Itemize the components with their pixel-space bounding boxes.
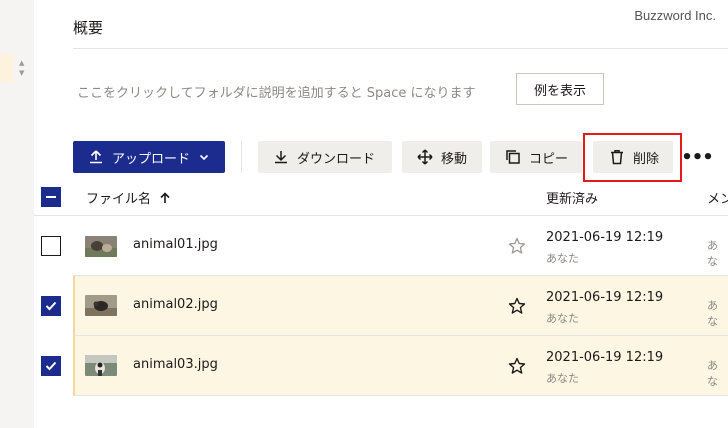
file-thumbnail [85, 295, 117, 316]
folder-description-prompt[interactable]: ここをクリックしてフォルダに説明を追加すると Space になります [77, 82, 476, 101]
upload-icon [90, 150, 102, 164]
modified-by: あなた [546, 312, 579, 325]
modified-date: 2021-06-19 12:19 [546, 350, 664, 365]
move-label: 移動 [441, 151, 468, 167]
column-header-updated[interactable]: 更新済み [546, 188, 598, 207]
chevron-down-icon [199, 154, 209, 161]
row-checkbox[interactable] [41, 296, 61, 316]
download-label: ダウンロード [297, 151, 376, 167]
upload-button[interactable]: アップロード [73, 141, 225, 173]
sidebar-selected-indicator [0, 54, 13, 82]
file-name[interactable]: animal01.jpg [133, 237, 218, 252]
member-cell: あな [707, 299, 718, 328]
column-header-name[interactable]: ファイル名 [86, 188, 171, 207]
file-name[interactable]: animal03.jpg [133, 357, 218, 372]
star-icon[interactable] [508, 297, 526, 315]
modified-by: あなた [546, 252, 579, 265]
upload-label: アップロード [112, 151, 191, 167]
row-checkbox[interactable] [41, 356, 61, 376]
column-header-member[interactable]: メン [707, 188, 728, 207]
download-icon [275, 151, 287, 164]
star-icon[interactable] [508, 237, 526, 255]
member-cell: あな [707, 359, 718, 388]
member-cell: あな [707, 239, 718, 268]
watermark: Buzzword Inc. [634, 8, 716, 23]
modified-date: 2021-06-19 12:19 [546, 290, 664, 305]
move-icon [417, 149, 433, 165]
file-name[interactable]: animal02.jpg [133, 297, 218, 312]
row-checkbox[interactable] [41, 236, 61, 256]
more-actions-button[interactable]: ••• [681, 141, 714, 173]
checkmark-icon [45, 361, 57, 371]
show-example-button[interactable]: 例を表示 [516, 73, 604, 105]
toolbar-divider [241, 141, 242, 173]
sort-ascending-icon [160, 191, 170, 203]
copy-icon [506, 150, 520, 164]
file-thumbnail [85, 236, 117, 257]
download-button[interactable]: ダウンロード [258, 141, 392, 173]
star-icon[interactable] [508, 357, 526, 375]
select-all-checkbox[interactable] [41, 187, 61, 207]
scroll-arrows-icon[interactable]: ▲ ▼ [19, 58, 24, 78]
checkmark-icon [45, 301, 57, 311]
move-button[interactable]: 移動 [402, 141, 482, 173]
column-name-label: ファイル名 [86, 192, 152, 207]
modified-date: 2021-06-19 12:19 [546, 230, 664, 245]
modified-by: あなた [546, 372, 579, 385]
delete-highlight-annotation [583, 133, 682, 182]
left-sidebar-edge: ▲ ▼ [0, 0, 34, 428]
copy-label: コピー [529, 151, 569, 167]
file-thumbnail [85, 355, 117, 376]
copy-button[interactable]: コピー [490, 141, 582, 173]
divider [73, 48, 728, 49]
overview-title: 概要 [73, 19, 104, 37]
